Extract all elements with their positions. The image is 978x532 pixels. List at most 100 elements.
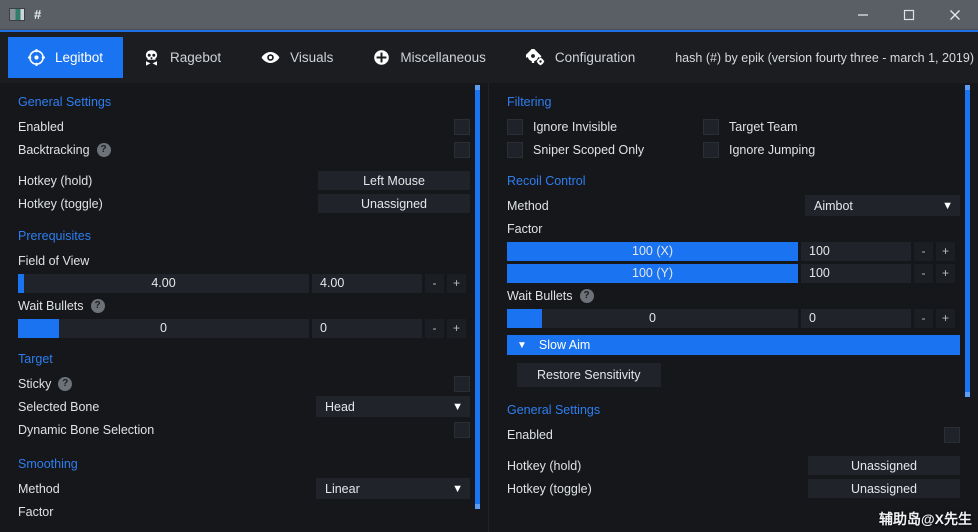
smoothing-method-dropdown[interactable]: Linear ▼: [316, 478, 470, 499]
restore-sensitivity-button[interactable]: Restore Sensitivity: [517, 363, 661, 387]
recoil-y-slider[interactable]: 100 (Y): [507, 263, 798, 283]
row-hotkey-hold[interactable]: Hotkey (hold) Left Mouse: [18, 169, 470, 192]
window-title: #: [34, 7, 42, 22]
recoil-y-numeric-box[interactable]: 100: [801, 263, 911, 283]
row-recoil-wait-bullets-label: Wait Bullets ?: [507, 284, 960, 307]
slowaim-hotkey-toggle-field[interactable]: Unassigned: [808, 479, 960, 498]
backtracking-checkbox[interactable]: [454, 141, 470, 158]
tab-ragebot[interactable]: Ragebot: [123, 37, 241, 78]
legitbot-left-panel: General Settings Enabled Backtracking ? …: [0, 83, 489, 532]
recoil-method-dropdown[interactable]: Aimbot ▼: [805, 195, 960, 216]
slowaim-enabled-checkbox[interactable]: [944, 426, 960, 443]
recoil-y-decrement-button[interactable]: -: [914, 263, 933, 283]
help-icon[interactable]: ?: [579, 288, 594, 303]
filtering-column-right: Target Team Ignore Jumping: [703, 115, 815, 161]
tab-visuals[interactable]: Visuals: [241, 37, 353, 78]
tab-label: Configuration: [554, 50, 636, 65]
row-slowaim-hotkey-toggle[interactable]: Hotkey (toggle) Unassigned: [507, 477, 960, 500]
sniper-scoped-only-checkbox[interactable]: [507, 141, 523, 158]
row-ignore-invisible[interactable]: Ignore Invisible: [507, 115, 703, 138]
wait-bullets-increment-button[interactable]: +: [447, 318, 466, 338]
row-hotkey-toggle[interactable]: Hotkey (toggle) Unassigned: [18, 192, 470, 215]
ignore-invisible-checkbox[interactable]: [507, 118, 523, 135]
help-icon[interactable]: ?: [58, 376, 73, 391]
row-slowaim-hotkey-hold[interactable]: Hotkey (hold) Unassigned: [507, 454, 960, 477]
recoil-wait-bullets-label: Wait Bullets: [507, 288, 573, 303]
slider-fill: [18, 273, 24, 293]
recoil-x-numeric-box[interactable]: 100: [801, 241, 911, 261]
field-of-view-slider[interactable]: 4.00: [18, 273, 309, 293]
help-icon[interactable]: ?: [96, 142, 111, 157]
hotkey-hold-field[interactable]: Left Mouse: [318, 171, 470, 190]
help-icon[interactable]: ?: [90, 298, 105, 313]
minimize-button[interactable]: [840, 0, 886, 29]
left-panel-scrollbar[interactable]: [475, 85, 480, 509]
recoil-x-decrement-button[interactable]: -: [914, 241, 933, 261]
tab-label: Ragebot: [170, 50, 222, 65]
sticky-label: Sticky: [18, 376, 52, 391]
slider-fill: [18, 318, 59, 338]
maximize-button[interactable]: [886, 0, 932, 29]
recoil-wait-bullets-slider[interactable]: 0: [507, 308, 798, 328]
row-smoothing-method[interactable]: Method Linear ▼: [18, 477, 470, 500]
content-body: General Settings Enabled Backtracking ? …: [0, 83, 978, 532]
right-panel-scrollbar[interactable]: [965, 85, 970, 397]
recoil-wait-bullets-decrement-button[interactable]: -: [914, 308, 933, 328]
row-wait-bullets-slider[interactable]: 0 0 - +: [18, 317, 470, 339]
wait-bullets-decrement-button[interactable]: -: [425, 318, 444, 338]
row-sticky[interactable]: Sticky ?: [18, 372, 470, 395]
wait-bullets-slider[interactable]: 0: [18, 318, 309, 338]
row-recoil-x-slider[interactable]: 100 (X) 100 - +: [507, 240, 960, 262]
recoil-y-increment-button[interactable]: +: [936, 263, 955, 283]
row-recoil-method[interactable]: Method Aimbot ▼: [507, 194, 960, 217]
row-field-of-view-slider[interactable]: 4.00 4.00 - +: [18, 272, 470, 294]
selected-bone-dropdown[interactable]: Head ▼: [316, 396, 470, 417]
row-slowaim-enabled[interactable]: Enabled: [507, 423, 960, 446]
tab-miscellaneous[interactable]: Miscellaneous: [353, 37, 506, 78]
crosshair-icon: [28, 49, 45, 66]
slowaim-enabled-label: Enabled: [507, 427, 553, 442]
slowaim-hotkey-hold-field[interactable]: Unassigned: [808, 456, 960, 475]
field-of-view-decrement-button[interactable]: -: [425, 273, 444, 293]
recoil-method-label: Method: [507, 198, 549, 213]
sticky-checkbox[interactable]: [454, 375, 470, 392]
row-dynamic-bone-selection[interactable]: Dynamic Bone Selection: [18, 418, 470, 441]
recoil-x-slider[interactable]: 100 (X): [507, 241, 798, 261]
row-ignore-jumping[interactable]: Ignore Jumping: [703, 138, 815, 161]
wait-bullets-numeric-box[interactable]: 0: [312, 318, 422, 338]
row-enabled[interactable]: Enabled: [18, 115, 470, 138]
tab-legitbot[interactable]: Legitbot: [8, 37, 124, 78]
chevron-down-icon: ▼: [942, 199, 953, 212]
close-button[interactable]: [932, 0, 978, 29]
recoil-wait-bullets-numeric-box[interactable]: 0: [801, 308, 911, 328]
row-recoil-y-slider[interactable]: 100 (Y) 100 - +: [507, 262, 960, 284]
group-title-slowaim-general-settings: General Settings: [507, 403, 601, 417]
row-target-team[interactable]: Target Team: [703, 115, 815, 138]
target-team-checkbox[interactable]: [703, 118, 719, 135]
close-icon: [950, 9, 960, 20]
row-selected-bone[interactable]: Selected Bone Head ▼: [18, 395, 470, 418]
recoil-wait-bullets-increment-button[interactable]: +: [936, 308, 955, 328]
minimize-icon: [858, 13, 868, 16]
slow-aim-section-header[interactable]: ▼ Slow Aim: [507, 335, 960, 355]
row-backtracking[interactable]: Backtracking ?: [18, 138, 470, 161]
sniper-scoped-only-label: Sniper Scoped Only: [533, 142, 645, 157]
slider-value: 100 (X): [632, 244, 673, 258]
gap: [18, 161, 470, 169]
target-team-label: Target Team: [729, 119, 798, 134]
enabled-checkbox[interactable]: [454, 118, 470, 135]
dynamic-bone-selection-checkbox[interactable]: [454, 421, 470, 438]
chevron-down-icon: ▼: [452, 400, 463, 413]
gap: [507, 446, 960, 454]
hotkey-toggle-field[interactable]: Unassigned: [318, 194, 470, 213]
restore-sensitivity-wrap: Restore Sensitivity: [507, 363, 960, 387]
group-title-filtering: Filtering: [507, 95, 552, 109]
field-of-view-increment-button[interactable]: +: [447, 273, 466, 293]
row-sniper-scoped-only[interactable]: Sniper Scoped Only: [507, 138, 703, 161]
tab-configuration[interactable]: Configuration: [506, 37, 655, 78]
recoil-x-increment-button[interactable]: +: [936, 241, 955, 261]
ignore-jumping-checkbox[interactable]: [703, 141, 719, 158]
field-of-view-numeric-box[interactable]: 4.00: [312, 273, 422, 293]
row-recoil-wait-bullets-slider[interactable]: 0 0 - +: [507, 307, 960, 329]
tab-bar: Legitbot Ragebot Visuals Miscellaneous C…: [0, 30, 978, 83]
